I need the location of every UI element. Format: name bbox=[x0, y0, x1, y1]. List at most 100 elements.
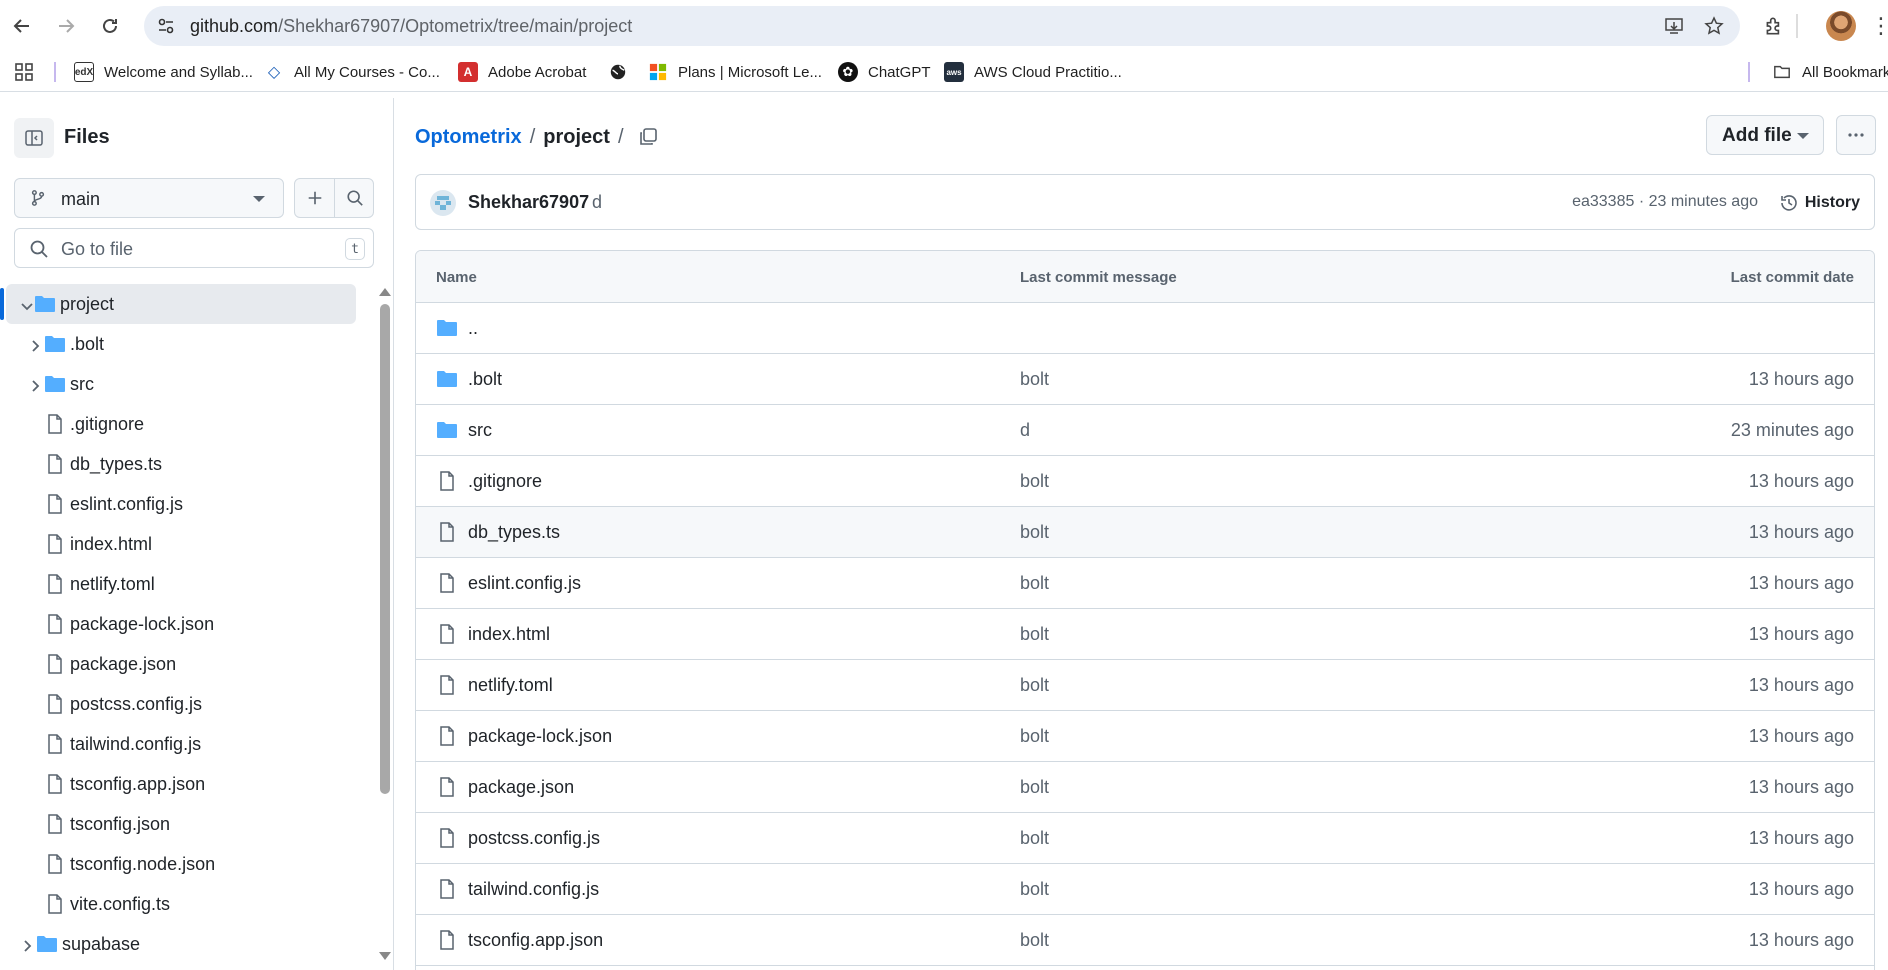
chevron-right-icon[interactable] bbox=[20, 937, 34, 952]
star-icon[interactable] bbox=[1702, 14, 1726, 38]
site-settings-icon[interactable] bbox=[154, 14, 178, 38]
tree-file[interactable]: package.json bbox=[0, 644, 376, 684]
bookmark-item[interactable]: edX Welcome and Syllab... bbox=[74, 60, 253, 84]
add-file-button[interactable] bbox=[295, 179, 335, 217]
tree-folder[interactable]: src bbox=[0, 364, 376, 404]
file-name-link[interactable]: src bbox=[468, 420, 492, 441]
commit-sha-time[interactable]: ea33385 · 23 minutes ago bbox=[1572, 193, 1758, 211]
tree-file[interactable]: vite.config.ts bbox=[0, 884, 376, 924]
file-name-link[interactable]: tsconfig.app.json bbox=[468, 930, 603, 951]
scroll-up-icon[interactable] bbox=[379, 288, 391, 296]
tree-item-label: index.html bbox=[70, 533, 153, 554]
commit-message-link[interactable]: bolt bbox=[1020, 471, 1049, 492]
commit-message-link[interactable]: bolt bbox=[1020, 369, 1049, 390]
extensions-icon[interactable] bbox=[1760, 12, 1788, 40]
search-files-button[interactable] bbox=[335, 179, 375, 217]
bookmark-item[interactable]: ✿ ChatGPT bbox=[838, 60, 931, 84]
table-row[interactable]: package-lock.json bolt 13 hours ago bbox=[416, 711, 1874, 762]
tree-file[interactable]: tsconfig.json bbox=[0, 804, 376, 844]
file-name-link[interactable]: db_types.ts bbox=[468, 522, 560, 543]
chevron-right-icon[interactable] bbox=[28, 377, 42, 392]
table-row[interactable]: .bolt bolt 13 hours ago bbox=[416, 354, 1874, 405]
table-row[interactable]: tailwind.config.js bolt 13 hours ago bbox=[416, 864, 1874, 915]
bookmark-item[interactable]: aws AWS Cloud Practitio... bbox=[944, 60, 1122, 84]
latest-commit-bar: Shekhar67907 d ea33385 · 23 minutes ago … bbox=[415, 174, 1875, 230]
file-name-link[interactable]: eslint.config.js bbox=[468, 573, 581, 594]
branch-selector[interactable]: main bbox=[14, 178, 284, 218]
table-row[interactable]: package.json bolt 13 hours ago bbox=[416, 762, 1874, 813]
reload-button[interactable] bbox=[94, 10, 126, 42]
bookmark-item[interactable]: Plans | Microsoft Le... bbox=[648, 60, 822, 84]
address-bar[interactable]: github.com/Shekhar67907/Optometrix/tree/… bbox=[144, 6, 1740, 46]
forward-button[interactable] bbox=[50, 10, 82, 42]
file-name-link[interactable]: .gitignore bbox=[468, 471, 542, 492]
tree-file[interactable]: netlify.toml bbox=[0, 564, 376, 604]
more-options-button[interactable] bbox=[1836, 115, 1876, 155]
bookmark-item[interactable]: ◇ All My Courses - Co... bbox=[264, 60, 440, 84]
tree-file[interactable]: eslint.config.js bbox=[0, 484, 376, 524]
file-name-link[interactable]: netlify.toml bbox=[468, 675, 553, 696]
tree-file[interactable]: .gitignore bbox=[0, 404, 376, 444]
copy-path-button[interactable] bbox=[631, 120, 665, 154]
file-name-link[interactable]: .bolt bbox=[468, 369, 502, 390]
chevron-down-icon[interactable] bbox=[20, 297, 34, 311]
tree-folder[interactable]: project bbox=[0, 284, 356, 324]
go-to-file-input[interactable] bbox=[61, 237, 331, 261]
add-file-dropdown[interactable]: Add file bbox=[1706, 115, 1824, 155]
commit-message-link[interactable]: bolt bbox=[1020, 624, 1049, 645]
tree-file[interactable]: tsconfig.app.json bbox=[0, 764, 376, 804]
tree-file[interactable]: index.html bbox=[0, 524, 376, 564]
commit-message-link[interactable]: d bbox=[1020, 420, 1030, 441]
scrollbar-thumb[interactable] bbox=[380, 304, 390, 794]
tree-folder[interactable]: supabase bbox=[0, 924, 376, 964]
author-avatar[interactable] bbox=[430, 190, 456, 216]
table-row[interactable]: index.html bolt 13 hours ago bbox=[416, 609, 1874, 660]
scroll-down-icon[interactable] bbox=[379, 952, 391, 960]
table-row[interactable]: .gitignore bolt 13 hours ago bbox=[416, 456, 1874, 507]
tree-file[interactable]: package-lock.json bbox=[0, 604, 376, 644]
commit-message-link[interactable]: d bbox=[592, 192, 602, 213]
history-button[interactable]: History bbox=[1779, 187, 1860, 219]
table-row[interactable]: tsconfig.app.json bolt 13 hours ago bbox=[416, 915, 1874, 966]
commit-message-link[interactable]: bolt bbox=[1020, 930, 1049, 951]
commit-message-link[interactable]: bolt bbox=[1020, 522, 1049, 543]
chevron-right-icon[interactable] bbox=[28, 337, 42, 352]
commit-message-link[interactable]: bolt bbox=[1020, 726, 1049, 747]
table-row[interactable]: db_types.ts bolt 13 hours ago bbox=[416, 507, 1874, 558]
table-row[interactable]: .. bbox=[416, 303, 1874, 354]
tree-file[interactable]: tsconfig.node.json bbox=[0, 844, 376, 884]
commit-author-link[interactable]: Shekhar67907 bbox=[468, 192, 589, 213]
bookmark-item[interactable]: A Adobe Acrobat bbox=[458, 60, 586, 84]
tree-file[interactable]: tailwind.config.js bbox=[0, 724, 376, 764]
sidebar-scrollbar[interactable] bbox=[378, 284, 392, 964]
file-name-link[interactable]: package-lock.json bbox=[468, 726, 612, 747]
commit-message-link[interactable]: bolt bbox=[1020, 573, 1049, 594]
file-name-link[interactable]: package.json bbox=[468, 777, 574, 798]
bookmark-item[interactable] bbox=[608, 60, 628, 84]
install-app-icon[interactable] bbox=[1662, 14, 1686, 38]
tree-item-label: eslint.config.js bbox=[70, 493, 184, 514]
table-row[interactable]: netlify.toml bolt 13 hours ago bbox=[416, 660, 1874, 711]
file-name-link[interactable]: index.html bbox=[468, 624, 550, 645]
commit-message-link[interactable]: bolt bbox=[1020, 879, 1049, 900]
breadcrumb-repo-link[interactable]: Optometrix bbox=[415, 126, 522, 149]
file-name-link[interactable]: .. bbox=[468, 318, 478, 339]
file-name-link[interactable]: postcss.config.js bbox=[468, 828, 600, 849]
table-row[interactable]: eslint.config.js bolt 13 hours ago bbox=[416, 558, 1874, 609]
back-button[interactable] bbox=[6, 10, 38, 42]
file-name-link[interactable]: tailwind.config.js bbox=[468, 879, 599, 900]
commit-message-link[interactable]: bolt bbox=[1020, 777, 1049, 798]
profile-avatar[interactable] bbox=[1826, 11, 1856, 41]
table-row[interactable]: postcss.config.js bolt 13 hours ago bbox=[416, 813, 1874, 864]
tree-file[interactable]: postcss.config.js bbox=[0, 684, 376, 724]
go-to-file-field[interactable]: t bbox=[14, 228, 374, 268]
tree-folder[interactable]: .bolt bbox=[0, 324, 376, 364]
all-bookmarks-button[interactable]: All Bookmarks bbox=[1772, 60, 1888, 84]
table-row[interactable]: src d 23 minutes ago bbox=[416, 405, 1874, 456]
apps-grid-icon[interactable] bbox=[14, 62, 36, 84]
commit-message-link[interactable]: bolt bbox=[1020, 675, 1049, 696]
collapse-sidebar-button[interactable] bbox=[14, 118, 54, 158]
browser-menu-icon[interactable]: ⋮ bbox=[1870, 14, 1888, 38]
tree-file[interactable]: db_types.ts bbox=[0, 444, 376, 484]
commit-message-link[interactable]: bolt bbox=[1020, 828, 1049, 849]
